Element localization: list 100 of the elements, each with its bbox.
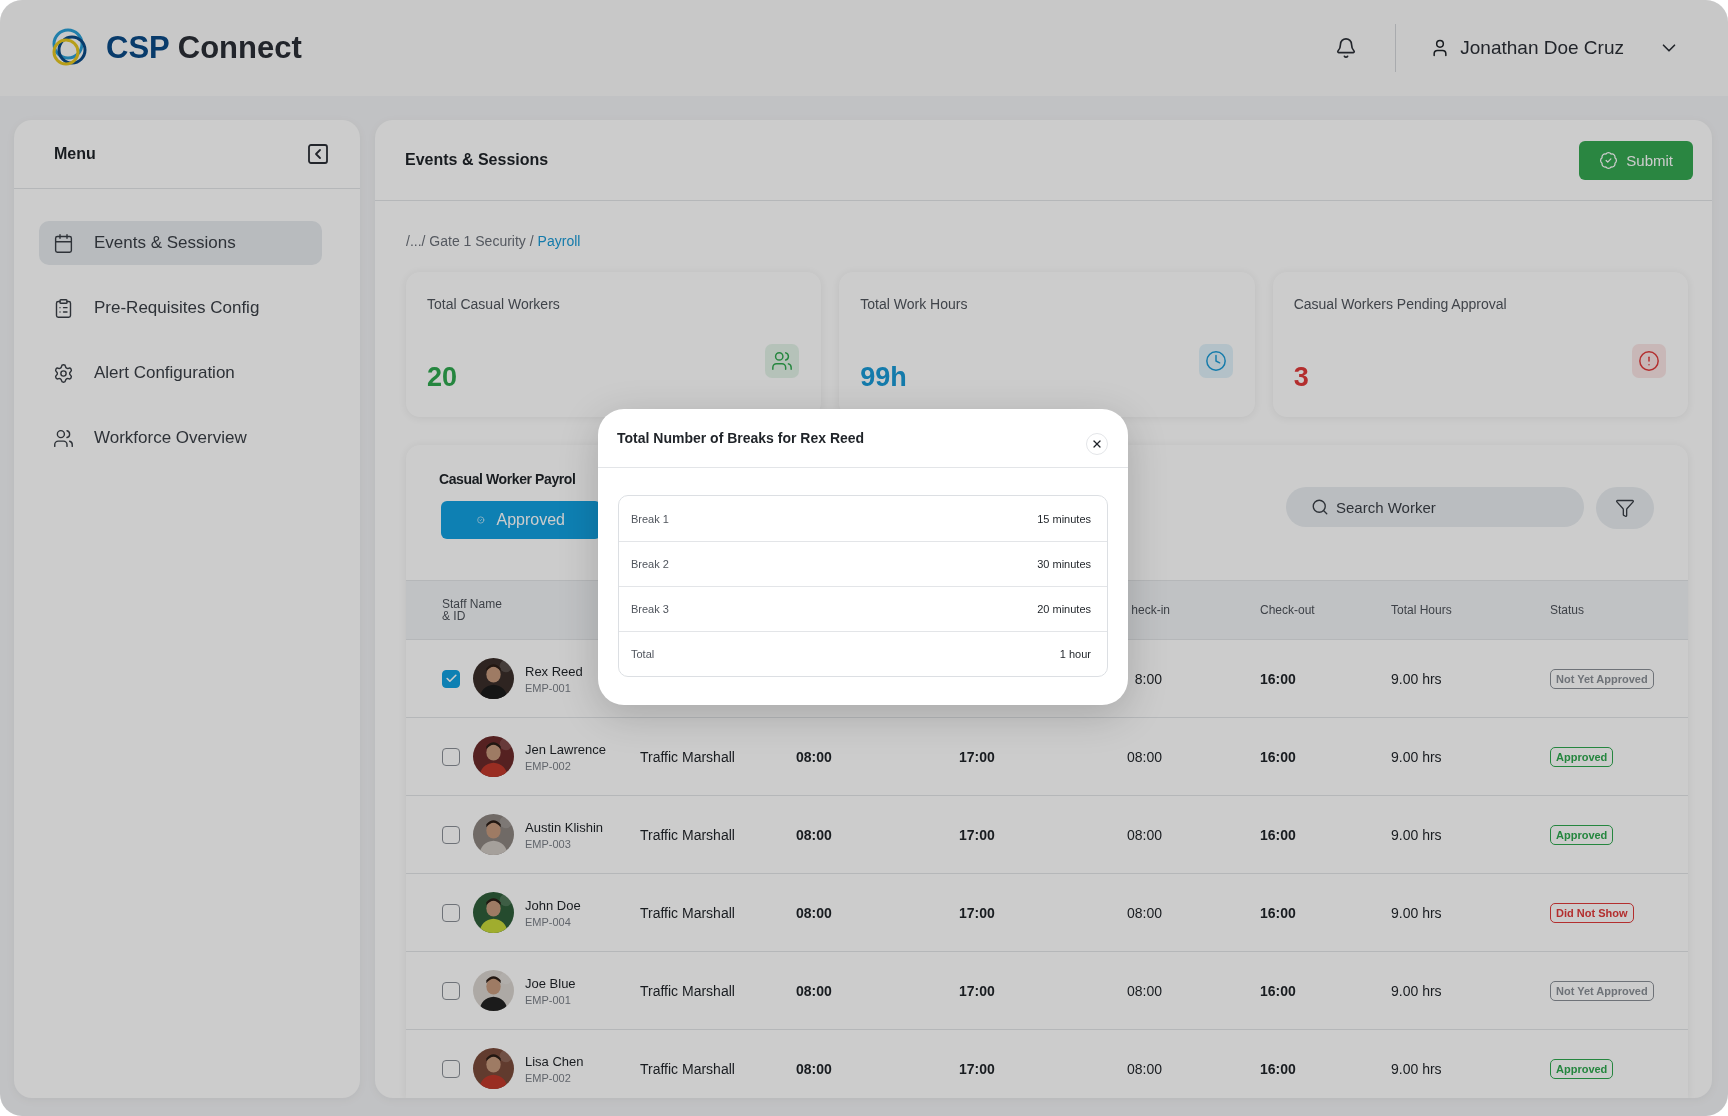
stat-label: Total Work Hours	[860, 296, 969, 314]
staff-name: Rex Reed	[525, 663, 584, 679]
break-value: 1 hour	[1059, 648, 1091, 660]
staff-name: Jen Lawrence	[525, 741, 607, 757]
collapse-button[interactable]	[306, 142, 330, 166]
staff-id: EMP-001	[525, 993, 572, 1006]
table-cell-text: Traffic Marshall	[640, 982, 736, 999]
table-cell-text: 17:00	[959, 982, 996, 999]
table-cell-text: 17:00	[959, 1060, 996, 1077]
menu-title: Menu	[54, 145, 96, 163]
column-header: Staff Name & ID	[442, 598, 503, 622]
table-cell-text: 16:00	[1260, 826, 1297, 843]
table-cell-text: 08:00	[796, 904, 833, 921]
table-cell-text: Traffic Marshall	[640, 748, 736, 765]
row-checkbox[interactable]	[442, 903, 460, 922]
column-header: heck-in	[1130, 604, 1170, 616]
table-cell-text: 08:00	[1125, 748, 1162, 765]
table-cell-text: 9.00 hrs	[1391, 670, 1443, 687]
staff-name: Joe Blue	[525, 975, 577, 991]
settings-icon	[53, 362, 74, 384]
staff-id: EMP-004	[525, 915, 572, 928]
close-button[interactable]	[1086, 433, 1108, 455]
sidebar-item[interactable]: Events & Sessions	[39, 221, 322, 265]
column-header: Status	[1550, 604, 1586, 616]
staff-id: EMP-003	[525, 837, 572, 850]
table-cell-text: 16:00	[1260, 982, 1297, 999]
row-checkbox[interactable]	[442, 669, 460, 688]
sidebar-item[interactable]: Alert Configuration	[39, 351, 322, 395]
break-value: 15 minutes	[1037, 512, 1091, 525]
table-cell-text: Traffic Marshall	[640, 1060, 736, 1077]
table-cell-text: 08:00	[796, 982, 833, 999]
table-cell-text: 16:00	[1260, 904, 1297, 921]
break-label: Break 2	[631, 558, 669, 570]
sidebar-item[interactable]: Pre-Requisites Config	[39, 286, 322, 330]
badge-check-icon	[1599, 150, 1619, 170]
table-cell-text: 08:00	[796, 826, 833, 843]
break-label: Total	[631, 648, 655, 660]
table-title: Casual Worker Payrol	[439, 471, 577, 487]
stat-label: Casual Workers Pending Approval	[1293, 296, 1508, 314]
page-title: Events & Sessions	[405, 151, 549, 169]
notification-button[interactable]	[1335, 37, 1358, 59]
table-cell-text: 08:00	[1125, 982, 1162, 999]
dialog-title: Total Number of Breaks for Rex Reed	[617, 430, 865, 446]
table-cell-text: Traffic Marshall	[640, 904, 736, 921]
table-cell-text: 9.00 hrs	[1391, 1060, 1443, 1077]
break-label: Break 1	[631, 512, 669, 525]
table-cell-text: 8:00	[1133, 670, 1162, 687]
stat-value: 99h	[860, 362, 908, 394]
users-icon	[53, 427, 74, 449]
stat-value: 3	[1293, 362, 1310, 394]
staff-name: Lisa Chen	[525, 1053, 585, 1069]
status-badge: Approved	[1550, 1058, 1614, 1079]
calendar-icon	[53, 232, 74, 254]
check-icon	[444, 672, 458, 685]
status-badge: Not Yet Approved	[1550, 668, 1654, 689]
stat-label: Total Casual Workers	[427, 296, 561, 314]
status-badge: Approved	[1550, 824, 1614, 845]
sidebar-item[interactable]: Workforce Overview	[39, 416, 322, 460]
status-badge: Did Not Show	[1550, 902, 1634, 923]
table-cell-text: 16:00	[1260, 748, 1297, 765]
breadcrumb-path: /.../ Gate 1 Security /	[406, 233, 534, 249]
column-header: Check-out	[1260, 604, 1316, 616]
table-cell-text: 08:00	[1125, 826, 1162, 843]
row-checkbox[interactable]	[442, 825, 460, 844]
staff-name: Austin Klishin	[525, 819, 605, 835]
brand-name: CSP	[106, 30, 170, 66]
staff-id: EMP-002	[525, 1071, 572, 1084]
break-value: 30 minutes	[1037, 558, 1091, 570]
table-cell-text: 9.00 hrs	[1391, 904, 1443, 921]
close-icon	[1091, 438, 1103, 450]
filter-icon	[1615, 498, 1635, 518]
status-badge: Not Yet Approved	[1550, 980, 1654, 1001]
search-field[interactable]: Search Worker	[1286, 487, 1584, 527]
table-cell-text: 9.00 hrs	[1391, 748, 1443, 765]
user-name: Jonathan Doe Cruz	[1460, 37, 1624, 59]
table-cell-text: 08:00	[796, 1060, 833, 1077]
table-cell-text: 9.00 hrs	[1391, 826, 1443, 843]
table-cell-text: 16:00	[1260, 1060, 1297, 1077]
row-checkbox[interactable]	[442, 1059, 460, 1078]
filter-button[interactable]	[1596, 487, 1654, 529]
row-checkbox[interactable]	[442, 747, 460, 766]
table-cell-text: 17:00	[959, 748, 996, 765]
table-cell-text: 9.00 hrs	[1391, 982, 1443, 999]
table-cell-text: 08:00	[1125, 1060, 1162, 1077]
break-label: Break 3	[631, 603, 669, 615]
stat-value: 20	[427, 362, 459, 394]
row-checkbox[interactable]	[442, 981, 460, 1000]
staff-id: EMP-001	[525, 681, 572, 694]
bell-icon	[1335, 37, 1358, 59]
clipboard-icon	[53, 297, 74, 319]
staff-id: EMP-002	[525, 759, 572, 772]
search-icon	[1311, 498, 1329, 516]
table-cell-text: 17:00	[959, 904, 996, 921]
collapse-icon	[306, 142, 330, 166]
staff-name: John Doe	[525, 897, 582, 913]
column-header: Total Hours	[1391, 604, 1453, 616]
table-cell-text: 08:00	[796, 748, 833, 765]
table-cell-text: 08:00	[1125, 904, 1162, 921]
break-value: 20 minutes	[1037, 603, 1091, 615]
table-cell-text: 16:00	[1260, 670, 1297, 687]
